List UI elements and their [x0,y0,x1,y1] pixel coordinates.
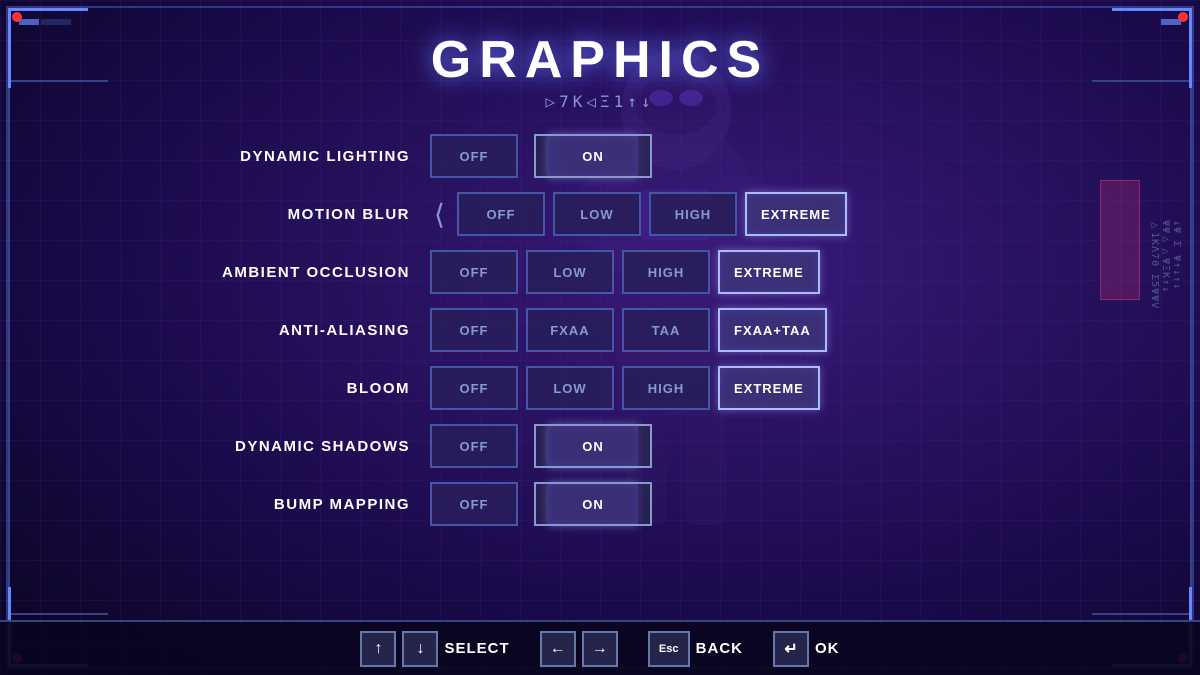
btn-dynamic-shadows-off[interactable]: OFF [430,424,518,468]
btn-bloom-extreme[interactable]: EXTREME [718,366,820,410]
btn-bloom-off[interactable]: OFF [430,366,518,410]
nav-bar: ↑ ↓ SELECT ← → Esc BACK ↵ OK [0,620,1200,675]
title-section: GRAPHICS ▷7K◁Ξ1↑↓ [431,30,769,111]
btn-bloom-low[interactable]: LOW [526,366,614,410]
setting-label-dynamic-lighting: DYNAMIC LIGHTING [190,148,430,165]
btn-anti-aliasing-fxaa-plus-taa[interactable]: FXAA+TAA [718,308,827,352]
setting-controls-bloom: OFFLOWHIGHEXTREME [430,366,1010,410]
btn-bump-mapping-on-wrapper: ON [534,482,652,526]
setting-controls-dynamic-lighting: OFF ON [430,134,1010,178]
btn-bloom-high[interactable]: HIGH [622,366,710,410]
setting-label-dynamic-shadows: DYNAMIC SHADOWS [190,438,430,455]
btn-anti-aliasing-off[interactable]: OFF [430,308,518,352]
btn-motion-blur-extreme[interactable]: EXTREME [745,192,847,236]
setting-label-bloom: BLOOM [190,380,430,397]
main-content: GRAPHICS ▷7K◁Ξ1↑↓ DYNAMIC LIGHTINGOFFONM… [0,0,1200,675]
btn-bump-mapping-on[interactable]: ON [548,482,638,526]
btn-motion-blur-off[interactable]: OFF [457,192,545,236]
setting-controls-bump-mapping: OFF ON [430,482,1010,526]
btn-dynamic-shadows-on[interactable]: ON [548,424,638,468]
setting-row-bump-mapping: BUMP MAPPINGOFF ON [190,479,1010,529]
nav-back: Esc BACK [648,631,743,667]
setting-row-bloom: BLOOMOFFLOWHIGHEXTREME [190,363,1010,413]
on-bracket-left [534,482,548,526]
select-up-key[interactable]: ↑ [360,631,396,667]
back-label: BACK [696,640,743,657]
btn-dynamic-lighting-on[interactable]: ON [548,134,638,178]
page-title: GRAPHICS [431,30,769,90]
setting-controls-motion-blur: ⟨ OFFLOWHIGHEXTREME [430,192,1010,236]
btn-ambient-occlusion-low[interactable]: LOW [526,250,614,294]
setting-row-anti-aliasing: ANTI-ALIASINGOFFFXAATAAFXAA+TAA [190,305,1010,355]
setting-label-anti-aliasing: ANTI-ALIASING [190,322,430,339]
btn-ambient-occlusion-off[interactable]: OFF [430,250,518,294]
btn-dynamic-lighting-on-wrapper: ON [534,134,652,178]
setting-label-bump-mapping: BUMP MAPPING [190,496,430,513]
btn-dynamic-lighting-off[interactable]: OFF [430,134,518,178]
nav-lr: ← → [540,631,618,667]
setting-controls-dynamic-shadows: OFF ON [430,424,1010,468]
setting-label-motion-blur: MOTION BLUR [190,206,430,223]
on-bracket-right [638,134,652,178]
on-bracket-right [638,482,652,526]
page-subtitle: ▷7K◁Ξ1↑↓ [431,92,769,111]
btn-motion-blur-high[interactable]: HIGH [649,192,737,236]
setting-row-ambient-occlusion: AMBIENT OCCLUSIONOFFLOWHIGHEXTREME [190,247,1010,297]
back-key[interactable]: Esc [648,631,690,667]
setting-controls-ambient-occlusion: OFFLOWHIGHEXTREME [430,250,1010,294]
btn-motion-blur-low[interactable]: LOW [553,192,641,236]
btn-anti-aliasing-fxaa[interactable]: FXAA [526,308,614,352]
btn-anti-aliasing-taa[interactable]: TAA [622,308,710,352]
bracket-left: ⟨ [434,198,445,231]
setting-row-motion-blur: MOTION BLUR⟨ OFFLOWHIGHEXTREME [190,189,1010,239]
setting-row-dynamic-lighting: DYNAMIC LIGHTINGOFF ON [190,131,1010,181]
nav-ok: ↵ OK [773,631,840,667]
settings-container: DYNAMIC LIGHTINGOFFONMOTION BLUR⟨OFFLOWH… [190,131,1010,529]
ok-key[interactable]: ↵ [773,631,809,667]
left-key[interactable]: ← [540,631,576,667]
right-key[interactable]: → [582,631,618,667]
on-bracket-right [638,424,652,468]
btn-ambient-occlusion-high[interactable]: HIGH [622,250,710,294]
nav-select: ↑ ↓ SELECT [360,631,509,667]
btn-ambient-occlusion-extreme[interactable]: EXTREME [718,250,820,294]
ok-label: OK [815,640,840,657]
setting-controls-anti-aliasing: OFFFXAATAAFXAA+TAA [430,308,1010,352]
setting-row-dynamic-shadows: DYNAMIC SHADOWSOFF ON [190,421,1010,471]
btn-bump-mapping-off[interactable]: OFF [430,482,518,526]
on-bracket-left [534,134,548,178]
on-bracket-left [534,424,548,468]
select-label: SELECT [444,640,509,657]
select-down-key[interactable]: ↓ [402,631,438,667]
btn-dynamic-shadows-on-wrapper: ON [534,424,652,468]
setting-label-ambient-occlusion: AMBIENT OCCLUSION [190,264,430,281]
